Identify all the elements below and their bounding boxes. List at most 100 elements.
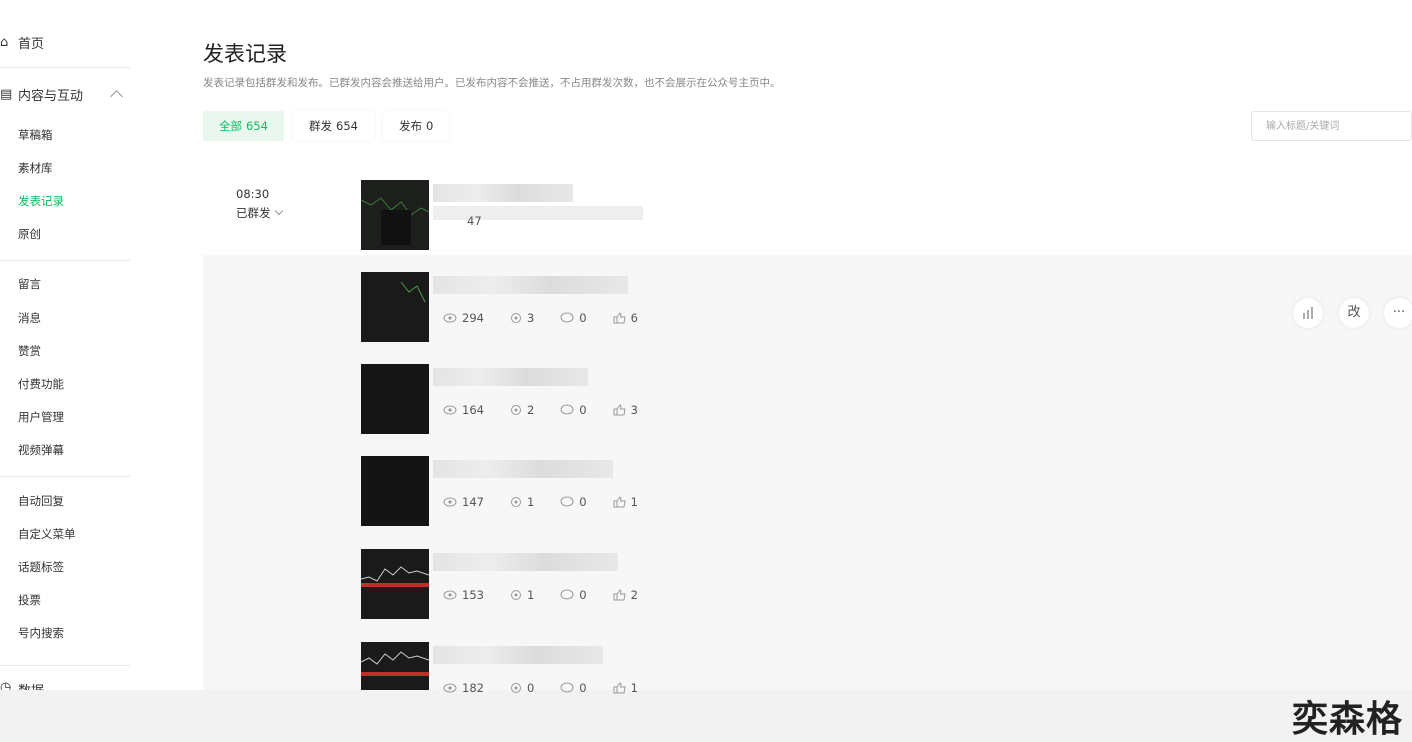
chevron-down-icon: [274, 206, 283, 216]
publish-time: 08:30: [236, 187, 270, 201]
sidebar-item-paid[interactable]: 付费功能: [18, 376, 64, 392]
data-analysis-button[interactable]: [1293, 298, 1323, 328]
sidebar-item-messages[interactable]: 消息: [18, 310, 41, 326]
stat-likes: 2: [613, 588, 638, 602]
sidebar-item-drafts[interactable]: 草稿箱: [18, 127, 53, 143]
stat-reads: 182: [443, 681, 484, 695]
eye-icon: [443, 497, 457, 507]
blurred-title: [433, 553, 618, 571]
comment-count: 0: [579, 681, 587, 695]
tab-label: 群发: [309, 119, 332, 133]
list-item[interactable]: 153 1 0 2: [361, 549, 1401, 621]
eye-icon: [443, 313, 457, 323]
share-count: 2: [526, 403, 535, 417]
list-item[interactable]: 182 0 0 1: [361, 642, 1401, 714]
comment-icon: [560, 496, 574, 507]
sidebar-item-rewards[interactable]: 赞赏: [18, 343, 41, 359]
thumbs-up-icon: [613, 404, 626, 416]
list-item[interactable]: 147 1 0 1: [361, 456, 1401, 528]
sidebar-group-data[interactable]: ◷ 数据: [0, 680, 44, 690]
publish-status[interactable]: 已群发: [236, 205, 283, 221]
blurred-title: [433, 368, 588, 386]
tab-count: 654: [246, 119, 268, 133]
stat-likes: 1: [613, 681, 638, 695]
stat-shares: 3: [510, 311, 534, 325]
divider: [0, 67, 130, 68]
like-count: 6: [630, 311, 638, 325]
search-box[interactable]: [1251, 111, 1412, 141]
status-label: 已群发: [236, 206, 271, 220]
list-item[interactable]: 294 3 0 6: [361, 272, 1401, 344]
sidebar-item-danmaku[interactable]: 视频弹幕: [18, 442, 64, 458]
article-thumbnail: [361, 642, 429, 690]
data-icon: ◷: [0, 680, 12, 690]
sidebar-item-users[interactable]: 用户管理: [18, 409, 64, 425]
home-icon: ⌂: [0, 34, 9, 50]
sidebar-item-publish-records[interactable]: 发表记录: [18, 193, 64, 209]
blurred-title: [433, 646, 603, 664]
main-content: 发表记录 发表记录包括群发和发布。已群发内容会推送给用户。已发布内容不会推送，不…: [150, 5, 1412, 695]
list-item[interactable]: 164 2 0 3: [361, 364, 1401, 436]
bar-chart-icon: [1303, 307, 1313, 319]
post-list: 08:30 已群发 47 294 3 0 6 164 2 0 3 147 1 0…: [203, 160, 1412, 695]
thumbs-up-icon: [613, 312, 626, 324]
search-input[interactable]: [1264, 112, 1408, 140]
sidebar-item-comments[interactable]: 留言: [18, 276, 41, 292]
read-count: 47: [467, 214, 482, 228]
sidebar-item-label: 首页: [18, 36, 45, 52]
like-count: 3: [630, 403, 638, 417]
sidebar-item-original[interactable]: 原创: [18, 226, 41, 242]
post-stats: 182 0 0 1: [443, 681, 664, 695]
stat-comments: 0: [560, 311, 587, 325]
read-count: 147: [462, 495, 484, 509]
thumbs-up-icon: [613, 496, 626, 508]
list-item[interactable]: 47: [361, 180, 1401, 252]
sidebar-item-custom-menu[interactable]: 自定义菜单: [18, 526, 76, 542]
comment-count: 0: [579, 403, 587, 417]
sidebar-item-search[interactable]: 号内搜索: [18, 625, 64, 641]
divider: [0, 260, 130, 261]
tab-label: 全部: [219, 119, 242, 133]
stat-comments: 0: [560, 403, 587, 417]
sidebar-item-home[interactable]: ⌂ 首页: [0, 31, 44, 53]
post-stats: 147 1 0 1: [443, 495, 664, 509]
divider: [0, 476, 130, 477]
post-stats: 47: [467, 214, 482, 228]
tab-mass-send[interactable]: 群发 654: [293, 111, 374, 141]
comment-icon: [560, 312, 574, 323]
read-count: 182: [462, 681, 484, 695]
sidebar-group-label: 数据: [18, 680, 44, 690]
stat-shares: 2: [510, 403, 534, 417]
more-button[interactable]: ···: [1384, 298, 1412, 328]
tab-count: 0: [426, 119, 434, 133]
post-stats: 153 1 0 2: [443, 588, 664, 602]
read-count: 294: [462, 311, 484, 325]
thumbs-up-icon: [613, 682, 626, 694]
sidebar-item-topic-tags[interactable]: 话题标签: [18, 559, 64, 575]
sidebar-item-votes[interactable]: 投票: [18, 592, 41, 608]
tab-label: 发布: [399, 119, 422, 133]
sidebar-item-materials[interactable]: 素材库: [18, 160, 53, 176]
tab-all[interactable]: 全部 654: [203, 111, 284, 141]
blurred-title: [433, 460, 613, 478]
edit-button[interactable]: 改: [1339, 298, 1369, 328]
share-icon: [510, 683, 521, 693]
comment-count: 0: [579, 495, 587, 509]
sidebar-item-auto-reply[interactable]: 自动回复: [18, 493, 64, 509]
sidebar: ⌂ 首页 ▤ 内容与互动 草稿箱 素材库 发表记录 原创 留言 消息 赞赏 付费…: [0, 5, 150, 690]
comment-icon: [560, 589, 574, 600]
blurred-title: [433, 276, 628, 294]
comment-icon: [560, 404, 574, 415]
read-count: 153: [462, 588, 484, 602]
blurred-title: [433, 184, 573, 202]
comment-count: 0: [579, 311, 587, 325]
share-count: 3: [526, 311, 535, 325]
stat-comments: 0: [560, 588, 587, 602]
chevron-up-icon[interactable]: [110, 90, 123, 103]
like-count: 1: [630, 495, 638, 509]
like-count: 2: [630, 588, 638, 602]
tab-publish[interactable]: 发布 0: [383, 111, 450, 141]
sidebar-group-content[interactable]: ▤ 内容与互动: [0, 83, 83, 105]
page-title: 发表记录: [203, 42, 287, 66]
page-description: 发表记录包括群发和发布。已群发内容会推送给用户。已发布内容不会推送，不占用群发次…: [203, 77, 781, 89]
